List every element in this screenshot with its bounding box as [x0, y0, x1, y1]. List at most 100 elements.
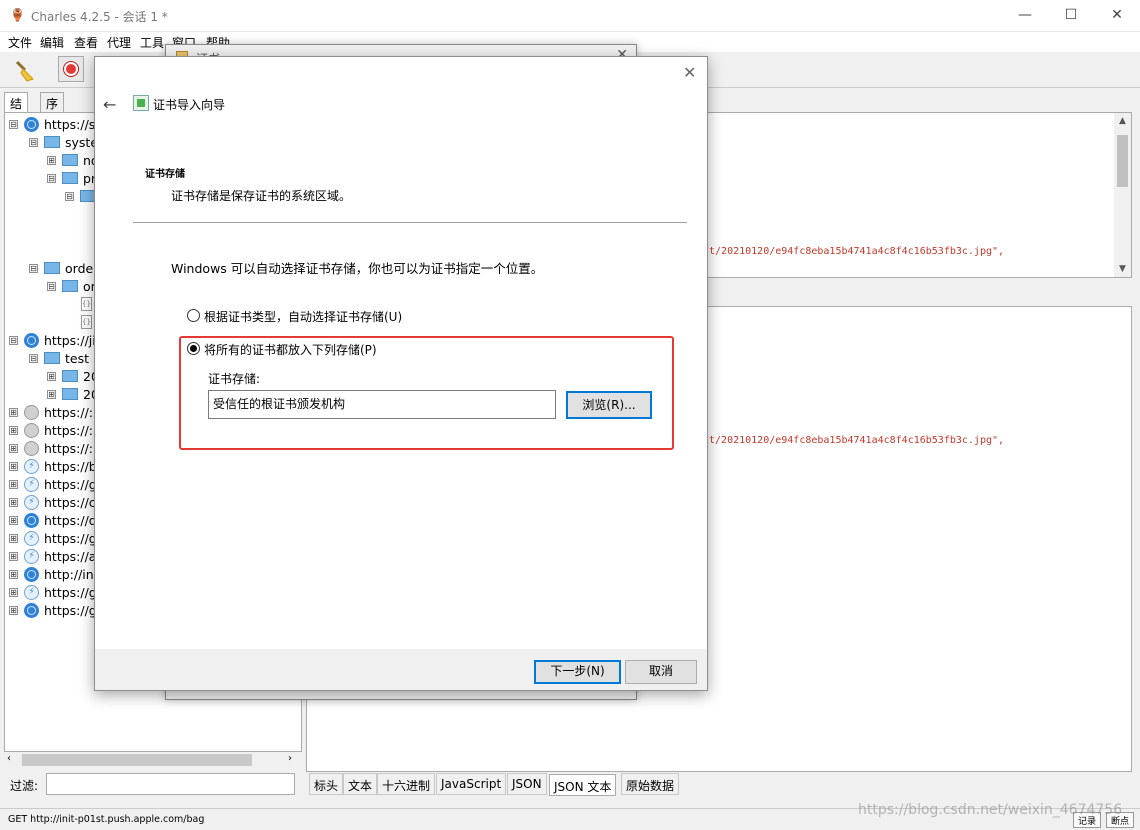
tree-node[interactable]: ⊟ test — [29, 349, 89, 367]
expand-toggle[interactable]: ⊞ — [9, 569, 18, 579]
cancel-button[interactable]: 取消 — [625, 660, 697, 684]
tab-json-text[interactable]: JSON 文本 — [549, 774, 617, 796]
back-arrow-icon[interactable]: ← — [103, 95, 116, 114]
tree-node[interactable]: ⊟ https://jie — [9, 331, 103, 349]
maximize-button[interactable]: ☐ — [1048, 0, 1094, 32]
collapse-toggle[interactable]: ⊟ — [29, 263, 38, 273]
menu-edit[interactable]: 编辑 — [40, 34, 64, 51]
expand-toggle[interactable]: ⊞ — [47, 155, 56, 165]
tab-text[interactable]: 文本 — [343, 773, 378, 795]
bolt-icon: ⚡ — [24, 548, 39, 564]
scroll-left-icon[interactable]: ‹ — [7, 753, 11, 764]
tree-node[interactable]: ⊞ 20 — [47, 385, 99, 403]
tree-node[interactable]: ⊞ 20 — [47, 367, 99, 385]
scroll-down-icon[interactable]: ▼ — [1114, 261, 1131, 277]
next-button[interactable]: 下一步(N) — [534, 660, 621, 684]
expand-toggle[interactable]: ⊞ — [9, 605, 18, 615]
tree-node[interactable]: ⊟ https://sz — [9, 115, 102, 133]
tree-horizontal-scrollbar[interactable]: ‹ › — [4, 752, 302, 768]
broom-clear-button[interactable] — [10, 56, 38, 84]
collapse-toggle[interactable]: ⊟ — [29, 137, 38, 147]
browse-button[interactable]: 浏览(R)... — [566, 391, 652, 419]
radio-place-all-label[interactable]: 将所有的证书都放入下列存储(P) — [204, 341, 377, 358]
tab-sequence[interactable]: 序列 — [40, 92, 65, 128]
filter-input[interactable] — [46, 773, 295, 795]
tree-node[interactable]: ⊞ ⚡ https://ap — [9, 547, 104, 565]
tree-node[interactable]: ⊟ order — [29, 259, 98, 277]
record-button[interactable] — [58, 56, 84, 82]
close-button[interactable]: ✕ — [1094, 0, 1140, 32]
radio-place-all[interactable] — [187, 342, 200, 355]
expand-toggle[interactable]: ⊞ — [9, 587, 18, 597]
scroll-thumb[interactable] — [1117, 135, 1128, 187]
tree-node[interactable]: ⊞ https://d — [9, 511, 97, 529]
expand-toggle[interactable]: ⊞ — [9, 425, 18, 435]
menu-tools[interactable]: 工具 — [140, 34, 164, 51]
radio-auto-select-label[interactable]: 根据证书类型，自动选择证书存储(U) — [204, 308, 402, 325]
tree-node[interactable]: ⊟ syster — [29, 133, 103, 151]
scroll-up-icon[interactable]: ▲ — [1114, 113, 1131, 129]
scroll-right-icon[interactable]: › — [288, 753, 292, 764]
tree-node[interactable]: ⊞ https://::1 — [9, 403, 105, 421]
tab-structure[interactable]: 结构 — [4, 92, 29, 128]
status-text: GET http://init-p01st.push.apple.com/bag — [8, 814, 205, 825]
scroll-thumb[interactable] — [22, 754, 252, 766]
tree-node-label: https://b — [44, 458, 97, 474]
tab-javascript[interactable]: JavaScript — [436, 773, 507, 795]
expand-toggle[interactable]: ⊞ — [9, 515, 18, 525]
lock-icon — [24, 404, 39, 420]
tab-headers[interactable]: 标头 — [309, 773, 344, 795]
tree-node[interactable]: ⊞ ⚡ https://cc — [9, 493, 103, 511]
expand-toggle[interactable]: ⊞ — [47, 371, 56, 381]
tab-raw[interactable]: 原始数据 — [621, 773, 680, 795]
tree-node[interactable]: ⊞ ⚡ https://g — [9, 475, 97, 493]
collapse-toggle[interactable]: ⊟ — [65, 191, 74, 201]
expand-toggle[interactable]: ⊞ — [9, 407, 18, 417]
globe-icon — [24, 332, 39, 348]
tree-node[interactable]: ⊞ ⚡ https://g — [9, 529, 97, 547]
title-bar: 🏺 Charles 4.2.5 - 会话 1 * — ☐ ✕ — [0, 0, 1140, 32]
tree-node[interactable]: ⊟ or — [47, 277, 96, 295]
minimize-button[interactable]: — — [1002, 0, 1048, 32]
folder-icon — [44, 262, 60, 274]
tree-node[interactable]: ⊞ ⚡ https://b — [9, 457, 97, 475]
expand-toggle[interactable]: ⊞ — [9, 443, 18, 453]
tree-node[interactable]: ⊞ https://g — [9, 601, 97, 619]
expand-toggle[interactable]: ⊞ — [9, 479, 18, 489]
expand-toggle[interactable]: ⊞ — [9, 461, 18, 471]
wizard-title: 证书导入向导 — [153, 98, 226, 112]
expand-toggle[interactable]: ⊞ — [9, 533, 18, 543]
divider — [133, 222, 687, 223]
collapse-toggle[interactable]: ⊟ — [9, 335, 18, 345]
certificate-import-wizard: ✕ ← 证书导入向导 证书存储 证书存储是保存证书的系统区域。 Windows … — [94, 56, 708, 691]
tree-node[interactable]: ⊞ http://init — [9, 565, 102, 583]
tab-hex[interactable]: 十六进制 — [377, 773, 436, 795]
wizard-close-button[interactable]: ✕ — [683, 65, 696, 81]
folder-icon — [62, 370, 78, 382]
folder-icon — [44, 352, 60, 364]
tree-node-label: https://g — [44, 476, 97, 492]
expand-toggle[interactable]: ⊞ — [47, 389, 56, 399]
tree-node[interactable]: ⊞ https://::1 — [9, 439, 105, 457]
expand-toggle[interactable]: ⊞ — [9, 497, 18, 507]
tree-node[interactable]: ⊞ no — [47, 151, 99, 169]
collapse-toggle[interactable]: ⊟ — [47, 281, 56, 291]
radio-auto-select[interactable] — [187, 309, 200, 322]
certificate-store-field[interactable]: 受信任的根证书颁发机构 — [208, 390, 556, 419]
collapse-toggle[interactable]: ⊟ — [47, 173, 56, 183]
tree-node[interactable]: ⊞ ⚡ https://g — [9, 583, 97, 601]
menu-file[interactable]: 文件 — [8, 34, 32, 51]
collapse-toggle[interactable]: ⊟ — [9, 119, 18, 129]
expand-toggle[interactable]: ⊞ — [9, 551, 18, 561]
bolt-icon: ⚡ — [24, 476, 39, 492]
menu-view[interactable]: 查看 — [74, 34, 98, 51]
request-vertical-scrollbar[interactable]: ▲ ▼ — [1114, 113, 1131, 277]
tree-node-label: https://g — [44, 530, 97, 546]
collapse-toggle[interactable]: ⊟ — [29, 353, 38, 363]
tree-node[interactable]: ⊞ https://::1 — [9, 421, 105, 439]
store-label: 证书存储: — [208, 372, 261, 386]
window-title: Charles 4.2.5 - 会话 1 * — [31, 10, 168, 24]
menu-proxy[interactable]: 代理 — [107, 34, 131, 51]
tab-json[interactable]: JSON — [507, 773, 547, 795]
tree-node[interactable]: ⊟ pr — [47, 169, 96, 187]
